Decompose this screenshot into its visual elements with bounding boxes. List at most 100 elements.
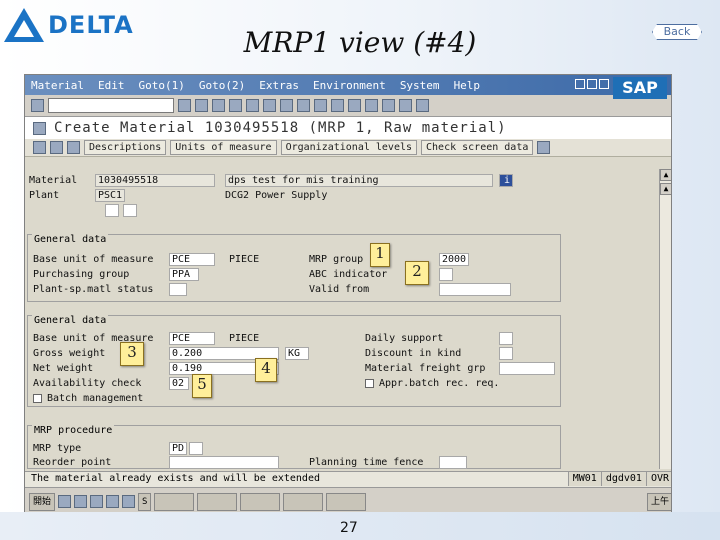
- availability-check-label: Availability check: [33, 378, 142, 389]
- freight-group-field[interactable]: [499, 362, 555, 375]
- slide-title: MRP1 view (#4): [243, 26, 477, 59]
- back-icon[interactable]: [195, 99, 208, 112]
- base-uom-label-1: Base unit of measure: [33, 254, 154, 265]
- mrp-type-label: MRP type: [33, 443, 82, 454]
- quicklaunch-icon-2[interactable]: [74, 495, 88, 508]
- next-page-icon[interactable]: [331, 99, 344, 112]
- last-page-icon[interactable]: [348, 99, 361, 112]
- save-icon[interactable]: [178, 99, 191, 112]
- planning-fence-field[interactable]: [439, 456, 467, 469]
- prev-page-icon[interactable]: [314, 99, 327, 112]
- enter-icon[interactable]: [31, 99, 44, 112]
- page-number: 27: [340, 520, 358, 536]
- status-fields: MW01 dgdv01 OVR: [567, 472, 671, 486]
- task-window-1[interactable]: [154, 492, 195, 511]
- callout-2: 2: [405, 261, 429, 285]
- valid-from-label: Valid from: [309, 284, 370, 295]
- daily-support-field[interactable]: [499, 332, 513, 345]
- menu-help[interactable]: Help: [454, 79, 481, 92]
- mrp-type-field[interactable]: PD: [169, 442, 187, 455]
- exit-icon[interactable]: [212, 99, 225, 112]
- organizational-levels-button[interactable]: Organizational levels: [280, 140, 418, 155]
- info-icon[interactable]: i: [499, 174, 513, 187]
- menu-goto1[interactable]: Goto(1): [138, 79, 184, 92]
- menu-environment[interactable]: Environment: [313, 79, 386, 92]
- vertical-scrollbar[interactable]: ▲ ▲: [659, 169, 671, 469]
- base-uom-field-1[interactable]: PCE: [169, 253, 215, 266]
- menu-extras[interactable]: Extras: [259, 79, 299, 92]
- screen-title-row: Create Material 1030495518 (MRP 1, Raw m…: [25, 117, 671, 139]
- first-page-icon[interactable]: [297, 99, 310, 112]
- copy-icon[interactable]: [123, 204, 137, 217]
- task-sap[interactable]: S: [138, 492, 152, 511]
- maximize-icon[interactable]: [587, 79, 597, 89]
- callout-5: 5: [192, 374, 212, 398]
- print-icon[interactable]: [246, 99, 259, 112]
- callout-4: 4: [255, 358, 277, 382]
- cancel-icon[interactable]: [229, 99, 242, 112]
- purchasing-group-field[interactable]: PPA: [169, 268, 199, 281]
- task-window-4[interactable]: [283, 492, 324, 511]
- callout-1: 1: [370, 243, 390, 267]
- reorder-point-field[interactable]: [169, 456, 279, 469]
- availability-check-field[interactable]: 02: [169, 377, 189, 390]
- other-view-icon[interactable]: [33, 141, 46, 154]
- status-mode[interactable]: OVR: [645, 472, 671, 486]
- find-next-icon[interactable]: [280, 99, 293, 112]
- org-levels-icon[interactable]: [67, 141, 80, 154]
- new-session-icon[interactable]: [365, 99, 378, 112]
- mrp-type-help-icon[interactable]: [189, 442, 203, 455]
- plant-label: Plant: [29, 190, 60, 201]
- layout-icon[interactable]: [416, 99, 429, 112]
- batch-management-checkbox[interactable]: [33, 394, 42, 403]
- menu-goto2[interactable]: Goto(2): [199, 79, 245, 92]
- quicklaunch-icon-4[interactable]: [106, 495, 120, 508]
- task-window-5[interactable]: [326, 492, 367, 511]
- menu-system[interactable]: System: [400, 79, 440, 92]
- units-of-measure-button[interactable]: Units of measure: [170, 140, 277, 155]
- plant-status-field[interactable]: [169, 283, 187, 296]
- planning-fence-label: Planning time fence: [309, 457, 424, 468]
- material-description-field: dps test for mis training: [225, 174, 493, 187]
- shortcut-icon[interactable]: [382, 99, 395, 112]
- status-message: The material already exists and will be …: [31, 473, 320, 484]
- task-window-2[interactable]: [197, 492, 238, 511]
- task-window-3[interactable]: [240, 492, 281, 511]
- find-icon[interactable]: [263, 99, 276, 112]
- start-button[interactable]: 開始: [29, 492, 56, 511]
- back-button[interactable]: Back: [652, 24, 702, 40]
- window-controls: [575, 79, 609, 89]
- discount-field[interactable]: [499, 347, 513, 360]
- quicklaunch-icon-3[interactable]: [90, 495, 104, 508]
- quicklaunch-icon-5[interactable]: [122, 495, 136, 508]
- additional-data-icon[interactable]: [50, 141, 63, 154]
- daily-support-label: Daily support: [365, 333, 444, 344]
- scroll-up-icon[interactable]: ▲: [660, 169, 671, 181]
- descriptions-button[interactable]: Descriptions: [84, 140, 167, 155]
- minimize-icon[interactable]: [575, 79, 585, 89]
- help-icon[interactable]: [399, 99, 412, 112]
- approved-batch-checkbox[interactable]: [365, 379, 374, 388]
- status-bar: The material already exists and will be …: [25, 471, 671, 487]
- status-server: dgdv01: [600, 472, 646, 486]
- quicklaunch-icon-1[interactable]: [58, 495, 72, 508]
- system-clock: 上午: [646, 492, 671, 511]
- command-field[interactable]: [48, 98, 174, 113]
- scroll-page-up-icon[interactable]: ▲: [660, 183, 671, 195]
- plant-field: PSC1: [95, 189, 125, 202]
- mrp-group-field[interactable]: 2000: [439, 253, 469, 266]
- check-screen-data-button[interactable]: Check screen data: [421, 140, 534, 155]
- menu-edit[interactable]: Edit: [98, 79, 125, 92]
- material-icon: [33, 121, 46, 135]
- sap-window: Material Edit Goto(1) Goto(2) Extras Env…: [24, 74, 672, 514]
- valid-from-field[interactable]: [439, 283, 511, 296]
- abc-indicator-field[interactable]: [439, 268, 453, 281]
- weight-unit-field[interactable]: KG: [285, 347, 309, 360]
- print-view-icon[interactable]: [537, 141, 551, 154]
- close-icon[interactable]: [599, 79, 609, 89]
- other-plant-icon[interactable]: [105, 204, 119, 217]
- menu-material[interactable]: Material: [31, 79, 84, 92]
- general-data-title-1: General data: [32, 234, 109, 245]
- standard-toolbar: [25, 95, 671, 117]
- base-uom-field-2[interactable]: PCE: [169, 332, 215, 345]
